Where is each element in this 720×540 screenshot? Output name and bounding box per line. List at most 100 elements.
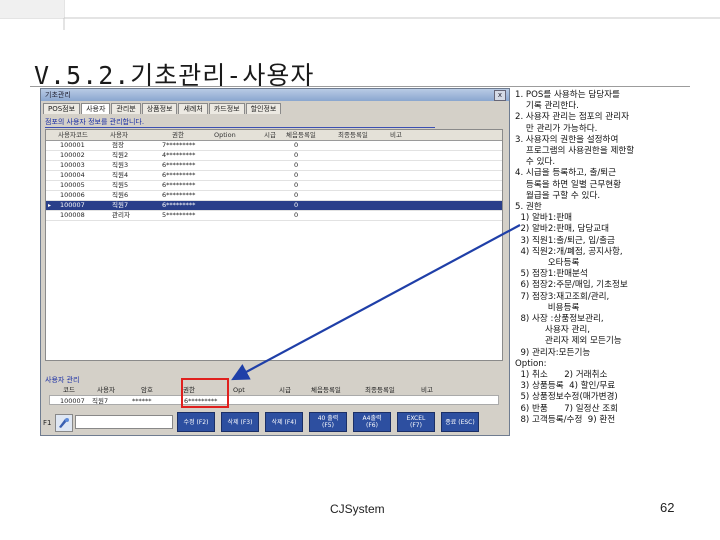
table-cell: 직원6 bbox=[112, 191, 129, 199]
tab-1[interactable]: POS점보 bbox=[43, 103, 81, 114]
button-label: 삭제 (F4) bbox=[271, 418, 297, 426]
tab-strip: POS점보 사용자 관리분 상품정보 세례처 카드정보 할인정보 bbox=[43, 103, 282, 114]
note-line: 1. POS를 사용하는 담당자를 bbox=[515, 90, 620, 100]
f1-input[interactable] bbox=[75, 415, 173, 429]
table-cell: 100008 bbox=[60, 211, 85, 219]
note-line: 6) 반품 7) 일정산 조회 bbox=[515, 403, 619, 414]
note-line: 등록을 하면 일별 근무현황 bbox=[515, 179, 622, 190]
note-line: 7) 점장3:재고조회/관리, bbox=[515, 291, 610, 302]
tab-7[interactable]: 할인정보 bbox=[245, 103, 282, 114]
table-cell: 7********* bbox=[162, 141, 196, 149]
note-line: 3. 사용자의 권한을 설정하여 bbox=[515, 134, 619, 145]
table-cell: 점장 bbox=[112, 141, 124, 149]
detail-column-header: 사용자 bbox=[97, 386, 115, 394]
detail-column-header: 최종등록일 bbox=[365, 386, 395, 394]
detail-value: ****** bbox=[132, 397, 152, 405]
table-cell: 0 bbox=[294, 171, 299, 179]
function-button[interactable]: EXCEL (F7) bbox=[397, 412, 435, 432]
note-line: 6) 점장2:주문/매입, 기초정보 bbox=[515, 280, 628, 291]
note-line: 3) 상품등록 4) 할인/무료 bbox=[515, 381, 616, 392]
column-header: 비고 bbox=[390, 131, 402, 139]
table-cell: 100006 bbox=[60, 191, 85, 199]
table-cell: 6********* bbox=[162, 181, 196, 189]
table-row[interactable]: 100003 직원3 6********* 0 bbox=[46, 161, 502, 171]
note-line: 사용자 관리, bbox=[515, 325, 591, 336]
function-button[interactable]: A4출력 (F6) bbox=[353, 412, 391, 432]
table-cell: 100004 bbox=[60, 171, 85, 179]
table-cell: 직원5 bbox=[112, 181, 129, 189]
table-cell: 0 bbox=[294, 211, 299, 219]
note-line: 1) 취소 2) 거래취소 bbox=[515, 370, 608, 381]
button-label: 종료 (ESC) bbox=[445, 418, 475, 426]
column-header: 최종등록일 bbox=[338, 131, 368, 139]
table-cell: 4********* bbox=[162, 151, 196, 159]
table-row[interactable]: 100005 직원5 6********* 0 bbox=[46, 181, 502, 191]
function-button[interactable]: 삭제 (F4) bbox=[265, 412, 303, 432]
note-line: 2) 알바2:판매, 담당교대 bbox=[515, 224, 610, 235]
table-cell: 100001 bbox=[60, 141, 85, 149]
table-row[interactable]: ▸ 100007 직원7 6********* 0 bbox=[46, 201, 502, 211]
detail-value: 직원7 bbox=[92, 397, 109, 405]
tab-2[interactable]: 사용자 bbox=[81, 103, 111, 114]
detail-row[interactable]: 100007 직원7 ****** 6********* bbox=[49, 395, 499, 405]
button-label: 40 출력 (F5) bbox=[317, 415, 339, 429]
column-header: 사용자 bbox=[110, 131, 128, 139]
note-line: 4. 시급을 등록하고, 출/퇴근 bbox=[515, 168, 617, 179]
table-row[interactable]: 100002 직원2 4********* 0 bbox=[46, 151, 502, 161]
table-cell: 직원7 bbox=[112, 201, 129, 209]
window-titlebar: 기초관리 x bbox=[41, 89, 509, 101]
function-button[interactable]: 수정 (F2) bbox=[177, 412, 215, 432]
note-line: 1) 알바1:판매 bbox=[515, 213, 573, 224]
detail-value: 100007 bbox=[60, 397, 85, 405]
note-line: 만 관리가 가능하다. bbox=[515, 123, 598, 134]
note-line: 관리자 제외 모든기능 bbox=[515, 336, 622, 347]
f1-label: F1 bbox=[43, 419, 52, 427]
table-row[interactable]: 100004 직원4 6********* 0 bbox=[46, 171, 502, 181]
detail-title: 사용자 관리 bbox=[45, 376, 80, 384]
function-button[interactable]: 종료 (ESC) bbox=[441, 412, 479, 432]
note-line: 3) 직원1:출/퇴근, 입/출금 bbox=[515, 235, 615, 246]
table-row[interactable]: 100008 관리자 5********* 0 bbox=[46, 211, 502, 221]
table-cell: 0 bbox=[294, 161, 299, 169]
button-label: A4출력 (F6) bbox=[362, 415, 382, 429]
table-cell: 6********* bbox=[162, 171, 196, 179]
note-line: 수 있다. bbox=[515, 157, 556, 168]
tab-5[interactable]: 세례처 bbox=[178, 103, 208, 114]
function-button[interactable]: 40 출력 (F5) bbox=[309, 412, 347, 432]
function-button[interactable]: 삭제 (F3) bbox=[221, 412, 259, 432]
note-line: 8) 사장 :상품정보관리, bbox=[515, 314, 604, 325]
table-cell: 직원2 bbox=[112, 151, 129, 159]
detail-header: 코드 사용자 암호 권한 Opt 시급 체음등록일 최종등록일 비고 bbox=[49, 385, 499, 395]
note-line: 기록 관리한다. bbox=[515, 101, 579, 112]
table-cell: 직원3 bbox=[112, 161, 129, 169]
detail-column-header: 체음등록일 bbox=[311, 386, 341, 394]
table-cell: 0 bbox=[294, 151, 299, 159]
close-icon[interactable]: x bbox=[494, 90, 506, 101]
note-line: 9) 관리자:모든기능 bbox=[515, 347, 591, 358]
note-line: 5. 권한 bbox=[515, 202, 542, 213]
keyboard-icon[interactable] bbox=[55, 414, 73, 432]
window-title: 기초관리 bbox=[45, 91, 71, 99]
note-line: 8) 고객등록/수정 9) 환전 bbox=[515, 414, 616, 425]
tab-3[interactable]: 관리분 bbox=[111, 103, 141, 114]
tab-6[interactable]: 카드정보 bbox=[208, 103, 245, 114]
description-notes: 1. POS를 사용하는 담당자를 기록 관리한다. 2. 사용자 관리는 점포의… bbox=[515, 90, 715, 426]
section-title: 점포의 사용자 정보를 관리합니다. bbox=[45, 117, 435, 128]
table-cell: 0 bbox=[294, 181, 299, 189]
row-pointer-icon: ▸ bbox=[48, 202, 52, 209]
table-row[interactable]: 100006 직원6 6********* 0 bbox=[46, 191, 502, 201]
note-line: Option: bbox=[515, 358, 547, 369]
detail-column-header: Opt bbox=[233, 386, 245, 394]
table-row[interactable]: 100001 점장 7********* 0 bbox=[46, 141, 502, 151]
tab-4[interactable]: 상품정보 bbox=[141, 103, 178, 114]
user-grid[interactable]: 사용자코드 사용자 권한 Option 시급 체음등록일 최종등록일 비고 100001 점장 7… bbox=[45, 129, 503, 361]
table-cell: 0 bbox=[294, 201, 299, 209]
column-header: 시급 bbox=[264, 131, 276, 139]
note-line: 월급을 구할 수 있다. bbox=[515, 190, 601, 201]
table-cell: 100002 bbox=[60, 151, 85, 159]
button-label: 삭제 (F3) bbox=[227, 418, 253, 426]
table-cell: 5********* bbox=[162, 211, 196, 219]
app-window: 기초관리 x POS점보 사용자 관리분 상품정보 세례처 카드정보 할인정보 점포의 사용… bbox=[40, 88, 510, 436]
slide: V.5.2.기초관리-사용자 기초관리 x POS점보 사용자 관리분 상품정보 세례처… bbox=[0, 0, 720, 540]
table-cell: 0 bbox=[294, 191, 299, 199]
